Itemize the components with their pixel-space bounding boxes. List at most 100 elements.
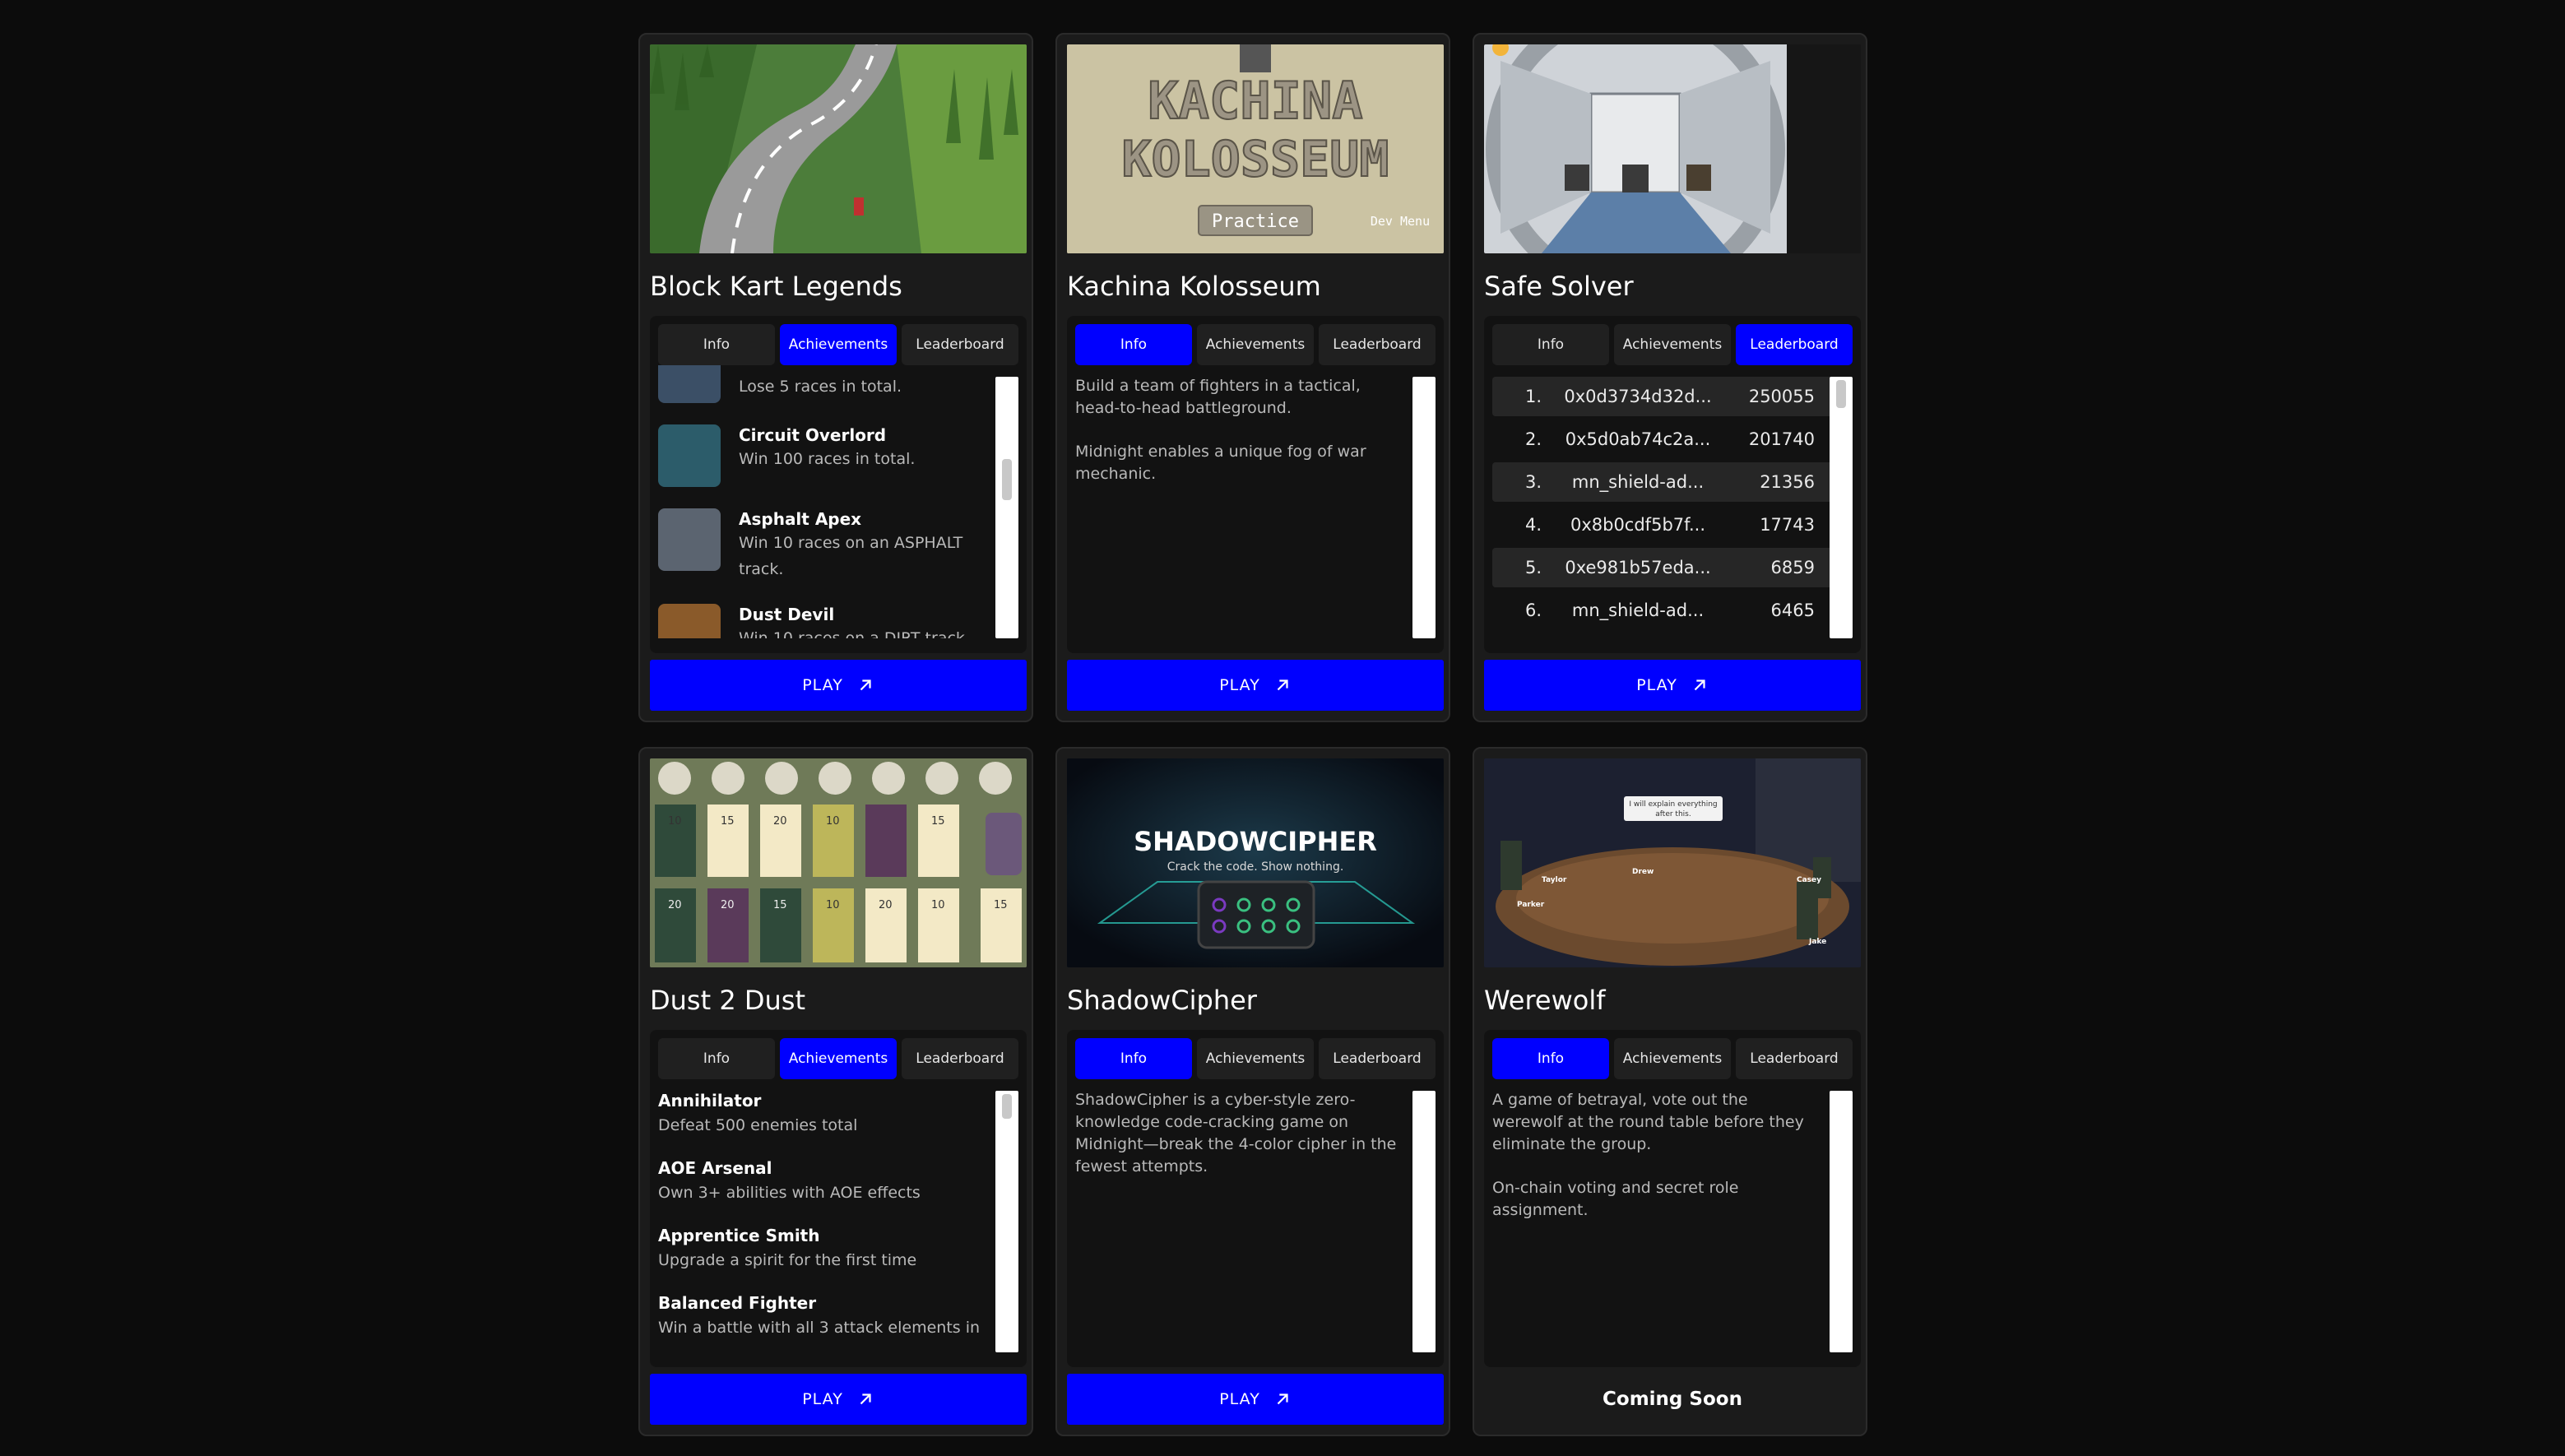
svg-text:20: 20 (668, 899, 682, 911)
track-scene-image (650, 44, 1027, 253)
tab-info[interactable]: Info (1492, 1038, 1609, 1079)
list-item: Asphalt Apex Win 10 races on an ASPHALT … (658, 508, 1018, 582)
thumb-practice-label: Practice (1212, 211, 1299, 232)
game-thumbnail (650, 44, 1027, 253)
play-button[interactable]: PLAY (1067, 660, 1444, 711)
play-button[interactable]: PLAY (650, 660, 1027, 711)
svg-text:10: 10 (826, 815, 840, 828)
game-card-shadowcipher: SHADOWCIPHER Crack the code. Show nothin… (1055, 747, 1450, 1436)
scrollbar[interactable] (995, 1091, 1018, 1352)
play-button[interactable]: PLAY (1484, 660, 1861, 711)
achievement-name: Annihilator (658, 1091, 762, 1111)
thumb-name: Drew (1632, 868, 1654, 876)
info-text: A game of betrayal, vote out the werewol… (1492, 1089, 1853, 1352)
rank: 6. (1524, 600, 1542, 620)
achievement-name: Dust Devil (739, 605, 835, 624)
svg-text:15: 15 (773, 899, 787, 911)
thumb-bubble-line-1: I will explain everything (1629, 800, 1717, 809)
info-paragraph: On-chain voting and secret role assignme… (1492, 1179, 1739, 1219)
tab-leaderboard[interactable]: Leaderboard (1736, 1038, 1853, 1079)
table-row: 2. 0x5d0ab74c2a... 201740 (1492, 420, 1853, 459)
scrollbar[interactable] (1412, 377, 1436, 638)
game-thumbnail: SHADOWCIPHER Crack the code. Show nothin… (1067, 758, 1444, 967)
info-paragraph: A game of betrayal, vote out the werewol… (1492, 1091, 1804, 1153)
scrollbar-thumb[interactable] (1002, 459, 1012, 500)
achievement-name: Balanced Fighter (658, 1293, 817, 1313)
tab-achievements[interactable]: Achievements (1197, 324, 1314, 365)
scrollbar[interactable] (1830, 1091, 1853, 1352)
game-thumbnail: I will explain everything after this. Pa… (1484, 758, 1861, 967)
tab-leaderboard[interactable]: Leaderboard (1319, 1038, 1436, 1079)
shadowcipher-title-image: SHADOWCIPHER Crack the code. Show nothin… (1067, 758, 1444, 967)
list-item: Dust Devil Win 10 races on a DIRT track. (658, 604, 1018, 638)
tab-info[interactable]: Info (1492, 324, 1609, 365)
tab-achievements[interactable]: Achievements (780, 1038, 897, 1079)
svg-text:20: 20 (773, 815, 787, 828)
svg-text:15: 15 (721, 815, 735, 828)
asphalt-apex-icon (658, 508, 721, 571)
achievement-desc: Lose 5 races in total. (739, 378, 902, 396)
play-button[interactable]: PLAY (1067, 1374, 1444, 1425)
achievements-list[interactable]: Annihilator Defeat 500 enemies total AOE… (658, 1089, 1018, 1352)
score: 6859 (1770, 558, 1815, 577)
table-row: 5. 0xe981b57eda... 6859 (1492, 548, 1853, 587)
svg-text:15: 15 (994, 899, 1008, 911)
list-item: Lose 5 races in total. (658, 365, 1018, 403)
score: 250055 (1748, 387, 1815, 406)
svg-text:10: 10 (931, 899, 945, 911)
leaderboard-list[interactable]: 1. 0x0d3734d32d... 250055 2. 0x5d0ab74c2… (1492, 377, 1853, 640)
game-title: Kachina Kolosseum (1067, 271, 1321, 302)
info-text: ShadowCipher is a cyber-style zero-knowl… (1075, 1089, 1436, 1352)
thumb-name: Jake (1808, 938, 1826, 946)
player-address: 0x5d0ab74c2a... (1565, 429, 1711, 449)
tab-bar: Info Achievements Leaderboard (1492, 1038, 1853, 1079)
thumb-title-line-1: KACHINA (1148, 71, 1362, 131)
tab-leaderboard[interactable]: Leaderboard (1736, 324, 1853, 365)
scrollbar[interactable] (1830, 377, 1853, 638)
tab-info[interactable]: Info (658, 1038, 775, 1079)
tab-achievements[interactable]: Achievements (1614, 1038, 1731, 1079)
achievement-desc: Upgrade a spirit for the first time (658, 1251, 917, 1269)
tab-leaderboard[interactable]: Leaderboard (1319, 324, 1436, 365)
thumb-title-line-2: KOLOSSEUM (1121, 131, 1389, 188)
tab-leaderboard[interactable]: Leaderboard (902, 324, 1018, 365)
vault-scene-image (1484, 44, 1861, 253)
tab-info[interactable]: Info (658, 324, 775, 365)
rank: 2. (1524, 429, 1542, 449)
player-address: mn_shield-ad... (1571, 472, 1705, 492)
tab-info[interactable]: Info (1075, 324, 1192, 365)
rank: 4. (1524, 515, 1542, 535)
game-panel: Info Achievements Leaderboard A game of … (1484, 1030, 1861, 1367)
achievement-desc: Defeat 500 enemies total (658, 1116, 858, 1134)
arrow-up-right-icon (1277, 679, 1288, 691)
tab-info[interactable]: Info (1075, 1038, 1192, 1079)
scrollbar-thumb[interactable] (1002, 1094, 1012, 1119)
scrollbar-thumb[interactable] (1836, 380, 1846, 408)
achievement-desc: Win 10 races on a DIRT track. (739, 629, 970, 638)
table-row: 3. mn_shield-ad... 21356 (1492, 462, 1853, 502)
tab-achievements[interactable]: Achievements (1197, 1038, 1314, 1079)
info-text: Build a team of fighters in a tactical, … (1075, 375, 1436, 638)
achievement-name: Asphalt Apex (739, 509, 862, 529)
game-card-kachina-kolosseum: KACHINA KOLOSSEUM Practice Dev Menu Kach… (1055, 33, 1450, 722)
play-button[interactable]: PLAY (650, 1374, 1027, 1425)
score: 21356 (1760, 472, 1815, 492)
scrollbar[interactable] (995, 377, 1018, 638)
info-paragraph: ShadowCipher is a cyber-style zero-knowl… (1075, 1091, 1397, 1175)
circuit-overlord-icon (658, 424, 721, 487)
player-address: 0x0d3734d32d... (1564, 387, 1712, 406)
play-label: PLAY (1636, 676, 1677, 694)
tab-achievements[interactable]: Achievements (780, 324, 897, 365)
game-title: Dust 2 Dust (650, 985, 805, 1016)
info-paragraph: Midnight enables a unique fog of war mec… (1075, 443, 1366, 483)
tab-bar: Info Achievements Leaderboard (658, 1038, 1018, 1079)
player-address: mn_shield-ad... (1571, 600, 1705, 620)
scrollbar[interactable] (1412, 1091, 1436, 1352)
rank: 1. (1524, 387, 1542, 406)
tab-leaderboard[interactable]: Leaderboard (902, 1038, 1018, 1079)
svg-text:20: 20 (879, 899, 893, 911)
tab-achievements[interactable]: Achievements (1614, 324, 1731, 365)
game-thumbnail (1484, 44, 1861, 253)
achievements-list[interactable]: Lose 5 races in total. Circuit Overlord … (658, 365, 1018, 638)
learning-the-lines-icon (658, 365, 721, 403)
